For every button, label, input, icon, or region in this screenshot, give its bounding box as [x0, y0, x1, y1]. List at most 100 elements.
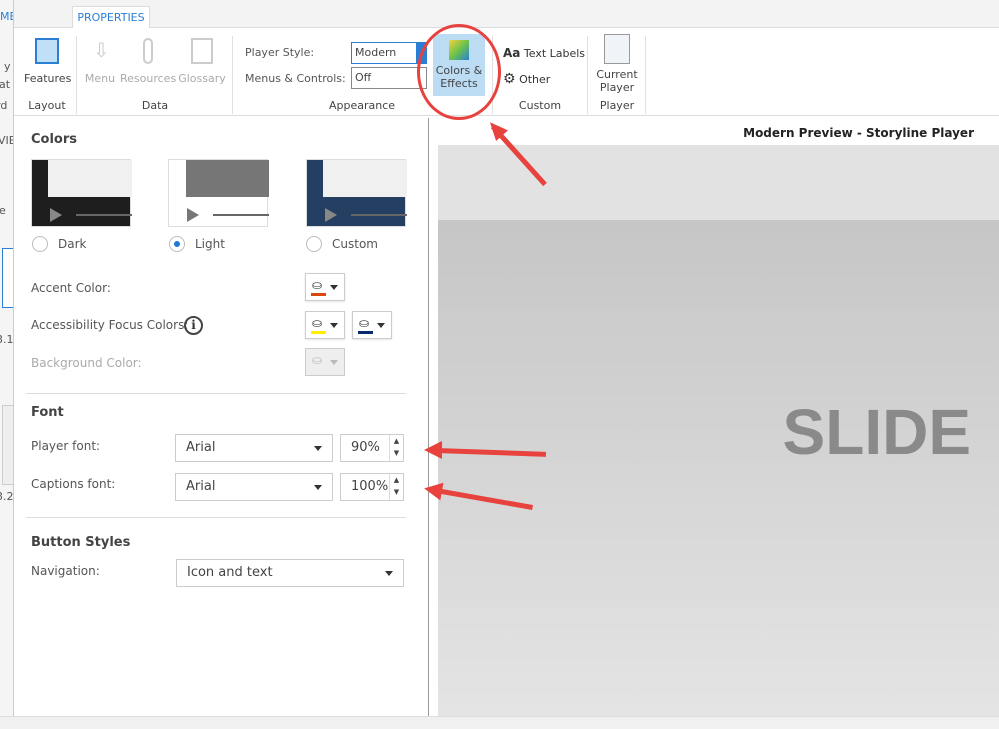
paint-bucket-icon: ⛀ [312, 278, 323, 292]
menu-label: Menu [84, 72, 116, 85]
player-style-value: Modern [355, 46, 397, 59]
chevron-down-icon [314, 485, 322, 490]
theme-thumb-custom[interactable] [306, 159, 407, 227]
captions-font-label: Captions font: [31, 477, 116, 491]
menus-controls-select[interactable]: Off [351, 67, 427, 89]
navigation-select[interactable]: Icon and text [176, 559, 404, 587]
stepper-arrows-icon[interactable]: ▲ ▼ [389, 474, 403, 500]
group-label-data: Data [141, 99, 169, 112]
splitter[interactable] [428, 118, 429, 716]
menus-controls-value: Off [355, 71, 372, 84]
preview-area: SLIDE [438, 145, 999, 716]
arrow-head-icon [422, 479, 444, 501]
chevron-down-icon [330, 285, 338, 290]
color-swatch [311, 331, 326, 334]
button-styles-heading: Button Styles [31, 535, 131, 550]
paint-bucket-icon: ⛀ [312, 316, 323, 330]
fragment: le [0, 204, 6, 217]
tab-properties[interactable]: PROPERTIES [72, 6, 150, 29]
player-font-value: Arial [186, 440, 216, 455]
paint-bucket-icon: ⛀ [359, 316, 370, 330]
stepper-arrows-icon[interactable]: ▲ ▼ [389, 435, 403, 461]
glossary-icon [191, 38, 213, 64]
text-labels-button[interactable]: Aa Text Labels [503, 46, 585, 60]
fragment: ME [0, 10, 13, 23]
fragment: VIE [0, 134, 13, 147]
focus-colors-label: Accessibility Focus Colors: [31, 318, 189, 332]
annotation-circle [417, 24, 501, 120]
other-button[interactable]: ⚙ Other [503, 71, 550, 87]
fragment: 3.2 [0, 490, 14, 503]
menu-icon: ⇩ [93, 38, 110, 62]
navigation-label: Navigation: [31, 564, 100, 578]
player-font-size-stepper[interactable]: 90% ▲ ▼ [340, 434, 404, 462]
play-icon [325, 208, 337, 222]
features-label: Features [24, 72, 72, 85]
chevron-down-icon [377, 323, 385, 328]
focus-color-1-button[interactable]: ⛀ [305, 311, 345, 339]
colors-heading: Colors [31, 132, 78, 147]
status-bar [0, 716, 999, 729]
captions-font-select[interactable]: Arial [175, 473, 333, 501]
preview-title: Modern Preview - Storyline Player [743, 126, 974, 140]
focus-color-2-button[interactable]: ⛀ [352, 311, 392, 339]
font-heading: Font [31, 405, 64, 420]
theme-label-custom: Custom [332, 237, 378, 251]
chevron-down-icon [330, 360, 338, 365]
fragment: nat [0, 78, 11, 91]
menus-controls-label: Menus & Controls: [245, 72, 346, 85]
divider [26, 517, 406, 518]
background-color-label: Background Color: [31, 356, 142, 370]
slide-text: SLIDE [782, 396, 971, 468]
text-labels-icon: Aa [503, 46, 521, 60]
gear-icon: ⚙ [503, 71, 516, 87]
theme-thumb-light[interactable] [168, 159, 269, 227]
accent-color-label: Accent Color: [31, 281, 111, 295]
current-player-label: Current Player [596, 68, 638, 94]
chevron-down-icon [314, 446, 322, 451]
player-font-label: Player font: [31, 439, 101, 453]
captions-font-value: Arial [186, 479, 216, 494]
chevron-down-icon [385, 571, 393, 576]
theme-thumb-dark[interactable] [31, 159, 132, 227]
color-swatch [358, 331, 373, 334]
info-icon[interactable]: i [184, 316, 203, 335]
fragment: 3.1 [0, 333, 14, 346]
play-icon [187, 208, 199, 222]
slide-thumb[interactable] [2, 405, 13, 485]
features-icon [35, 38, 59, 64]
play-icon [50, 208, 62, 222]
group-label-layout: Layout [28, 99, 66, 112]
glossary-button[interactable]: Glossary [178, 38, 226, 85]
fragment: rd [0, 99, 8, 112]
paint-bucket-icon: ⛀ [312, 353, 323, 367]
slide-thumb[interactable] [2, 248, 13, 308]
theme-label-dark: Dark [58, 237, 87, 251]
text-labels-label: Text Labels [523, 47, 586, 60]
resources-label: Resources [120, 72, 177, 85]
player-style-select[interactable]: Modern [351, 42, 427, 64]
radio-light[interactable] [169, 236, 185, 252]
navigation-value: Icon and text [187, 565, 273, 580]
features-button[interactable]: Features [24, 38, 72, 85]
radio-custom[interactable] [306, 236, 322, 252]
player-icon [604, 34, 630, 64]
other-label: Other [519, 73, 551, 86]
player-style-label: Player Style: [245, 46, 315, 59]
captions-font-size-value: 100% [351, 479, 389, 494]
captions-font-size-stepper[interactable]: 100% ▲ ▼ [340, 473, 404, 501]
current-player-button[interactable]: Current Player [594, 34, 640, 94]
menu-button[interactable]: ⇩ Menu [84, 38, 116, 85]
radio-dark[interactable] [32, 236, 48, 252]
accent-color-button[interactable]: ⛀ [305, 273, 345, 301]
group-label-custom: Custom [518, 99, 562, 112]
theme-label-light: Light [195, 237, 225, 251]
color-swatch [311, 293, 326, 296]
arrow-head-icon [424, 441, 442, 459]
resources-button[interactable]: Resources [120, 38, 176, 85]
paperclip-icon [143, 38, 153, 64]
chevron-down-icon [330, 323, 338, 328]
fragment: y [4, 60, 11, 73]
left-sidebar-fragment: ME y nat rd VIE le 3.1 3.2 [0, 0, 14, 729]
player-font-select[interactable]: Arial [175, 434, 333, 462]
